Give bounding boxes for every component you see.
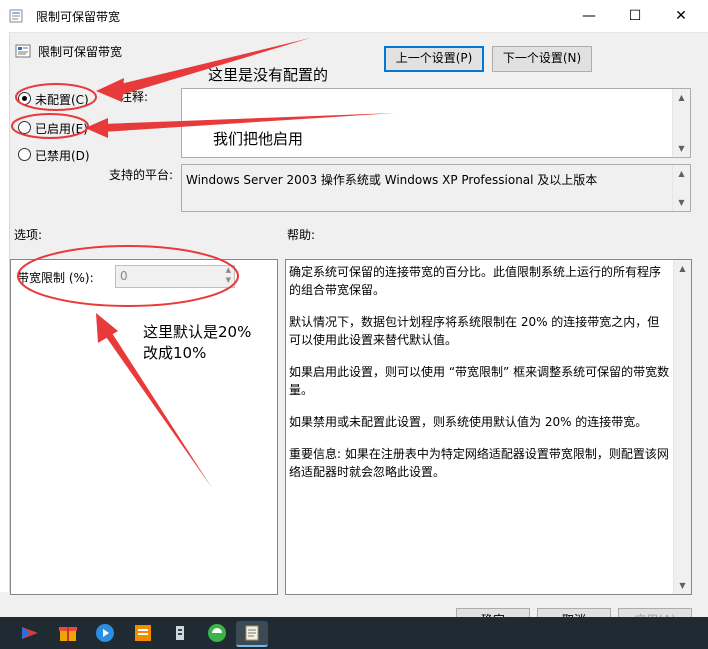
scroll-down-icon[interactable]: ▼ — [673, 140, 690, 157]
disabled-label[interactable]: 已禁用(D) — [35, 147, 90, 164]
policy-setting-icon — [15, 44, 31, 58]
taskbar-player-icon[interactable] — [93, 621, 117, 645]
help-paragraph: 确定系统可保留的连接带宽的百分比。此值限制系统上运行的所有程序的组合带宽保留。 — [289, 265, 662, 297]
taskbar — [0, 617, 708, 649]
title-bar: 限制可保留带宽 — ☐ ✕ — [0, 0, 708, 33]
comment-label: 注释: — [120, 90, 149, 104]
help-text: 确定系统可保留的连接带宽的百分比。此值限制系统上运行的所有程序的组合带宽保留。 … — [289, 263, 671, 495]
help-paragraph: 如果启用此设置，则可以使用 “带宽限制” 框来调整系统可保留的带宽数量。 — [289, 365, 670, 397]
annotation-note-3a: 这里默认是20% — [143, 323, 252, 341]
policy-icon — [9, 9, 23, 23]
enabled-radio[interactable] — [18, 121, 31, 134]
platform-label: 支持的平台: — [109, 168, 174, 182]
maximize-button[interactable]: ☐ — [612, 0, 658, 32]
arrowhead-enabled — [85, 118, 108, 138]
bandwidth-limit-value: 0 — [120, 269, 128, 283]
disabled-radio[interactable] — [18, 148, 31, 161]
help-panel: 确定系统可保留的连接带宽的百分比。此值限制系统上运行的所有程序的组合带宽保留。 … — [285, 259, 692, 595]
scroll-up-icon[interactable]: ▲ — [673, 89, 690, 106]
background-window-strip — [0, 32, 10, 592]
annotation-note-3b: 改成10% — [143, 344, 207, 362]
options-panel: 带宽限制 (%): 0 ▲ ▼ — [10, 259, 278, 595]
annotation-note-1: 这里是没有配置的 — [208, 66, 329, 84]
taskbar-browser-icon[interactable] — [205, 621, 229, 645]
help-paragraph: 重要信息: 如果在注册表中为特定网络适配器设置带宽限制，则配置该网络适配器时就会… — [289, 447, 669, 479]
spin-down-icon[interactable]: ▼ — [226, 276, 231, 284]
not-configured-label[interactable]: 未配置(C) — [35, 91, 89, 108]
annotation-note-2: 我们把他启用 — [213, 130, 304, 148]
scroll-down-icon[interactable]: ▼ — [673, 194, 690, 211]
help-paragraph: 默认情况下，数据包计划程序将系统限制在 20% 的连接带宽之内，但可以使用此设置… — [289, 315, 660, 347]
help-heading: 帮助: — [287, 228, 316, 242]
options-heading: 选项: — [14, 228, 43, 242]
comment-scrollbar[interactable]: ▲ ▼ — [672, 89, 690, 157]
scroll-down-icon[interactable]: ▼ — [674, 577, 691, 594]
window-title: 限制可保留带宽 — [36, 10, 121, 24]
bandwidth-limit-label: 带宽限制 (%): — [17, 271, 94, 285]
platform-value: Windows Server 2003 操作系统或 Windows XP Pro… — [186, 173, 598, 187]
spin-up-icon[interactable]: ▲ — [226, 266, 231, 274]
scroll-up-icon[interactable]: ▲ — [674, 260, 691, 277]
platform-scrollbar[interactable]: ▲ ▼ — [672, 165, 690, 211]
bandwidth-limit-stepper[interactable]: 0 ▲ ▼ — [115, 265, 235, 288]
taskbar-gift-icon[interactable] — [56, 621, 80, 645]
taskbar-office-icon[interactable] — [131, 621, 155, 645]
previous-setting-button[interactable]: 上一个设置(P) — [384, 46, 484, 72]
help-paragraph: 如果禁用或未配置此设置，则系统使用默认值为 20% 的连接带宽。 — [289, 415, 648, 429]
taskbar-app-icon[interactable] — [18, 621, 42, 645]
close-button[interactable]: ✕ — [658, 0, 704, 32]
help-scrollbar[interactable]: ▲ ▼ — [673, 260, 691, 594]
taskbar-policy-editor-icon[interactable] — [236, 621, 268, 647]
taskbar-tool-icon[interactable] — [168, 621, 192, 645]
next-setting-button[interactable]: 下一个设置(N) — [492, 46, 592, 72]
minimize-button[interactable]: — — [566, 0, 612, 32]
platform-field: Windows Server 2003 操作系统或 Windows XP Pro… — [181, 164, 691, 212]
not-configured-radio[interactable] — [18, 92, 31, 105]
setting-title: 限制可保留带宽 — [38, 45, 123, 59]
scroll-up-icon[interactable]: ▲ — [673, 165, 690, 182]
enabled-label[interactable]: 已启用(E) — [35, 120, 88, 137]
